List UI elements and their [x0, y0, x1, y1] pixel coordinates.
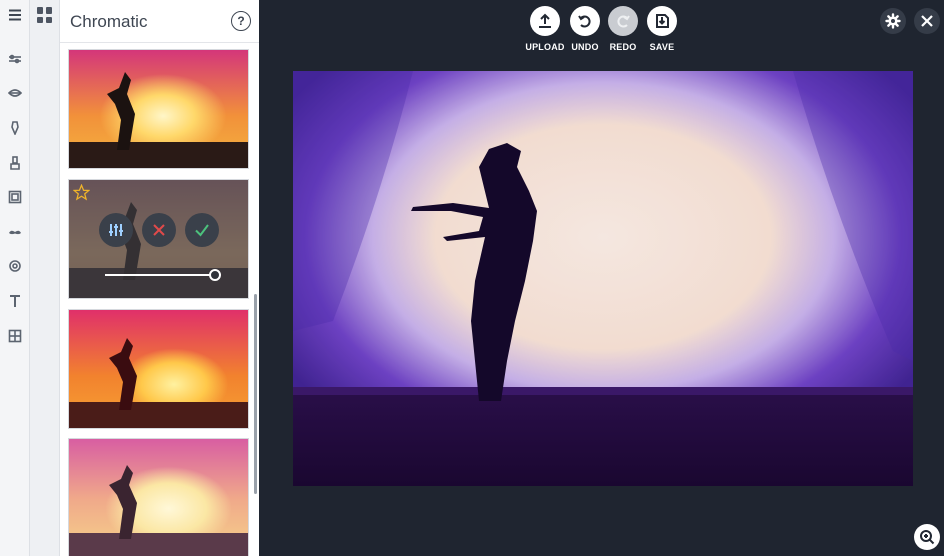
- frame-icon[interactable]: [0, 182, 30, 212]
- redo-button[interactable]: REDO: [603, 6, 643, 52]
- texture-icon[interactable]: [0, 321, 30, 351]
- magic-wand-icon[interactable]: [0, 113, 30, 143]
- effect-thumbnail-active[interactable]: [68, 179, 249, 299]
- zoom-button[interactable]: [914, 524, 940, 550]
- effect-thumbnail[interactable]: [68, 49, 249, 169]
- star-icon[interactable]: [73, 184, 90, 201]
- photo-editor: Chromatic ? UPLOAD UNDO REDO SAVE: [0, 0, 944, 556]
- sticker-icon[interactable]: [0, 251, 30, 281]
- adjust-effect-button[interactable]: [99, 213, 133, 247]
- brush-icon[interactable]: [0, 148, 30, 178]
- intensity-slider-track[interactable]: [105, 274, 215, 276]
- effects-panel: Chromatic ?: [60, 0, 259, 556]
- redo-label: REDO: [609, 42, 637, 52]
- eye-icon[interactable]: [0, 78, 30, 108]
- effect-thumbnail-list: [60, 44, 259, 556]
- undo-icon: [578, 15, 591, 28]
- close-icon: [153, 224, 165, 236]
- image-canvas[interactable]: [293, 71, 913, 486]
- apply-effect-button[interactable]: [185, 213, 219, 247]
- gear-icon: [885, 13, 901, 29]
- undo-label: UNDO: [571, 42, 599, 52]
- sliders-icon[interactable]: [0, 44, 30, 74]
- help-button[interactable]: ?: [231, 11, 251, 31]
- save-label: SAVE: [649, 42, 675, 52]
- close-icon: [921, 15, 933, 27]
- upload-label: UPLOAD: [525, 42, 565, 52]
- text-icon[interactable]: [0, 286, 30, 316]
- zoom-in-icon: [920, 530, 935, 545]
- save-button[interactable]: SAVE: [642, 6, 682, 52]
- panel-title: Chromatic: [70, 12, 148, 31]
- menu-icon[interactable]: [0, 0, 30, 30]
- effect-thumbnail[interactable]: [68, 309, 249, 429]
- edited-photo: [293, 71, 913, 486]
- upload-icon: [539, 13, 551, 28]
- close-button[interactable]: [914, 8, 940, 34]
- settings-button[interactable]: [880, 8, 906, 34]
- save-icon: [656, 14, 669, 28]
- undo-button[interactable]: UNDO: [565, 6, 605, 52]
- redo-icon: [617, 15, 630, 28]
- panel-header: Chromatic ?: [60, 0, 259, 43]
- sliders-icon: [109, 224, 123, 236]
- check-icon: [195, 224, 209, 237]
- mustache-icon[interactable]: [0, 217, 30, 247]
- grid-view-icon[interactable]: [37, 7, 53, 23]
- upload-button[interactable]: UPLOAD: [525, 6, 565, 52]
- thumbnail-view-column: [30, 0, 60, 556]
- cancel-effect-button[interactable]: [142, 213, 176, 247]
- effect-thumbnail[interactable]: [68, 438, 249, 556]
- tool-rail: [0, 0, 30, 556]
- panel-scrollbar[interactable]: [254, 294, 257, 494]
- intensity-slider-handle[interactable]: [209, 269, 221, 281]
